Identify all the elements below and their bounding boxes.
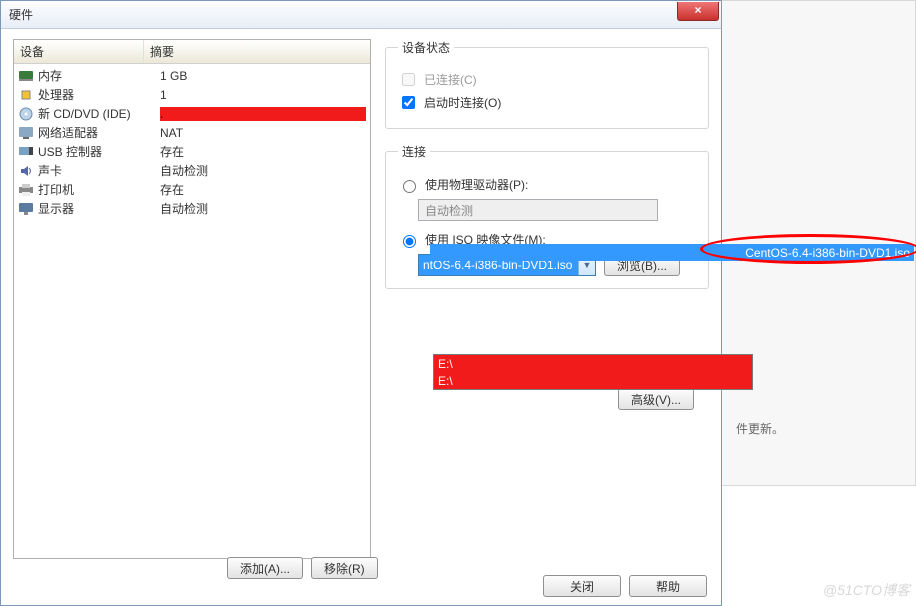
dialog-title: 硬件 [9,6,33,23]
col-summary[interactable]: 摘要 [144,40,370,63]
monitor-icon [18,201,34,217]
device-list: 设备 摘要 内存1 GB处理器1新 CD/DVD (IDE)网络适配器NATUS… [13,39,371,559]
device-name: 网络适配器 [38,124,160,141]
table-row[interactable]: USB 控制器存在 [14,142,370,161]
iso-dropdown-list[interactable]: E:\ E:\ [433,354,753,390]
device-name: 处理器 [38,86,160,103]
device-summary: 1 [160,88,366,102]
cpu-icon [18,87,34,103]
connect-on-start-row[interactable]: 启动时连接(O) [398,93,696,112]
connected-checkbox-row: 已连接(C) [398,70,696,89]
titlebar: 硬件 × [1,1,721,29]
device-summary [160,107,366,121]
connect-on-start-checkbox[interactable] [402,96,415,109]
device-name: 新 CD/DVD (IDE) [38,105,160,122]
dialog-footer: 关闭 帮助 [543,575,707,597]
table-header: 设备 摘要 [14,40,370,64]
device-status-legend: 设备状态 [398,39,454,56]
nic-icon [18,125,34,141]
bg-partial-text: 件更新。 [736,420,784,437]
sound-icon [18,163,34,179]
connected-checkbox [402,73,415,86]
advanced-button[interactable]: 高级(V)... [618,388,694,410]
table-row[interactable]: 打印机存在 [14,180,370,199]
connection-group: 连接 使用物理驱动器(P): 自动检测 使用 ISO 映像文件(M): ntOS… [385,143,709,289]
device-summary: 存在 [160,181,366,198]
device-status-group: 设备状态 已连接(C) 启动时连接(O) [385,39,709,129]
device-name: 内存 [38,67,160,84]
table-row[interactable]: 新 CD/DVD (IDE) [14,104,370,123]
use-physical-label: 使用物理驱动器(P): [425,176,528,193]
help-button[interactable]: 帮助 [629,575,707,597]
close-button[interactable]: × [677,2,719,21]
add-button[interactable]: 添加(A)... [227,557,303,579]
use-iso-radio[interactable] [403,235,416,248]
device-summary: 自动检测 [160,162,366,179]
col-device[interactable]: 设备 [14,40,144,63]
list-buttons: 添加(A)... 移除(R) [227,547,392,579]
watermark: @51CTO博客 [823,580,910,600]
table-row[interactable]: 处理器1 [14,85,370,104]
printer-icon [18,182,34,198]
physical-drive-select: 自动检测 [418,199,658,221]
device-summary: 自动检测 [160,200,366,217]
dropdown-option[interactable]: E:\ [434,372,752,389]
close-icon: × [694,3,701,17]
remove-button[interactable]: 移除(R) [311,557,378,579]
disc-icon [18,106,34,122]
use-physical-row[interactable]: 使用物理驱动器(P): [398,176,696,193]
use-physical-radio[interactable] [403,180,416,193]
dropdown-option[interactable]: E:\ [434,355,752,372]
device-name: 声卡 [38,162,160,179]
close-dialog-button[interactable]: 关闭 [543,575,621,597]
device-name: USB 控制器 [38,143,160,160]
device-summary: NAT [160,126,366,140]
connect-on-start-label: 启动时连接(O) [424,94,501,111]
connected-label: 已连接(C) [424,71,477,88]
device-name: 打印机 [38,181,160,198]
settings-panel: 设备状态 已连接(C) 启动时连接(O) 连接 使用物理驱动器(P): 自动检测 [371,39,709,559]
table-row[interactable]: 网络适配器NAT [14,123,370,142]
device-summary: 存在 [160,143,366,160]
device-name: 显示器 [38,200,160,217]
memory-icon [18,68,34,84]
connection-legend: 连接 [398,143,430,160]
table-row[interactable]: 内存1 GB [14,66,370,85]
table-row[interactable]: 声卡自动检测 [14,161,370,180]
hardware-dialog: 硬件 × 设备 摘要 内存1 GB处理器1新 CD/DVD (IDE)网络适配器… [0,0,722,606]
table-row[interactable]: 显示器自动检测 [14,199,370,218]
device-summary: 1 GB [160,69,366,83]
annotation-ellipse [700,234,916,264]
usb-icon [18,144,34,160]
